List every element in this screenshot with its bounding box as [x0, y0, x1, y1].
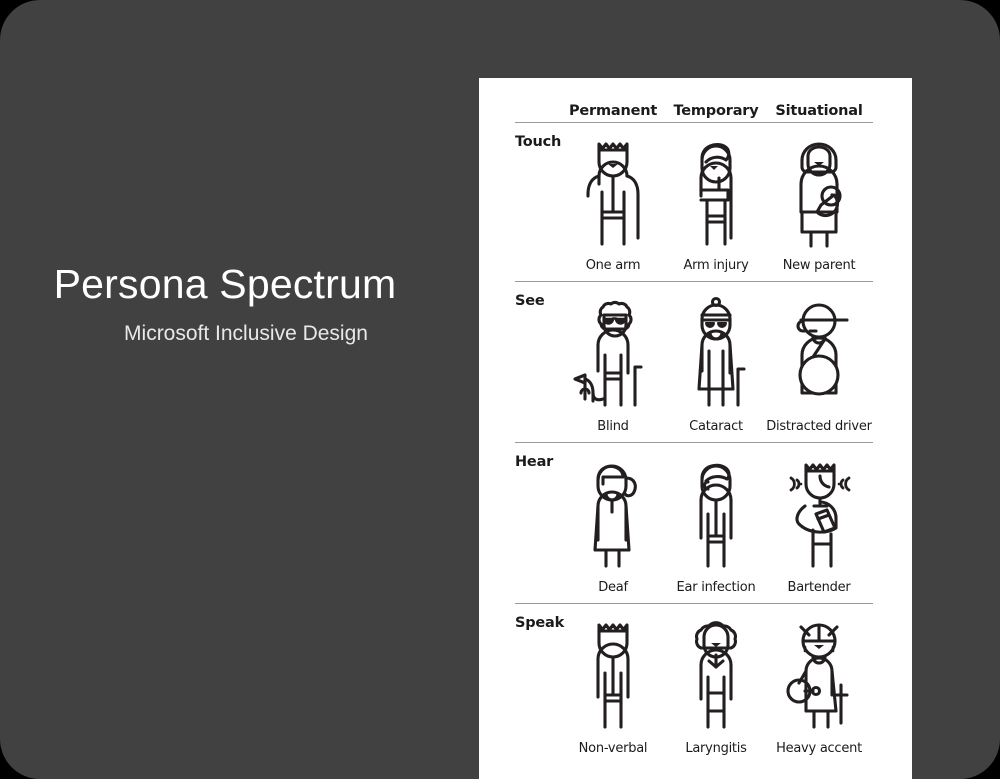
persona-spectrum-card: Permanent Temporary Situational Touch On… — [479, 78, 912, 779]
person-blind-guide-dog-icon — [563, 293, 663, 411]
person-laryngitis-icon — [666, 615, 766, 733]
person-cataract-cane-icon — [666, 293, 766, 411]
cell-caption-bartender: Bartender — [787, 580, 851, 595]
person-holding-baby-icon — [769, 134, 869, 252]
person-heavy-accent-icon — [769, 615, 869, 733]
row-header-speak: Speak — [515, 615, 565, 631]
row-header-touch: Touch — [515, 134, 562, 150]
divider-touch — [515, 281, 873, 282]
cell-caption-distracted-driver: Distracted driver — [766, 419, 872, 434]
cell-caption-new-parent: New parent — [782, 258, 856, 273]
divider-header — [515, 122, 873, 123]
slide-panel: Persona Spectrum Microsoft Inclusive Des… — [0, 0, 1000, 779]
person-arm-sling-icon — [666, 134, 766, 252]
person-one-arm-icon — [563, 134, 663, 252]
title-block: Persona Spectrum Microsoft Inclusive Des… — [0, 261, 450, 346]
row-header-hear: Hear — [515, 454, 554, 470]
person-ear-infection-icon — [666, 454, 766, 572]
page-subtitle: Microsoft Inclusive Design — [124, 321, 368, 345]
person-driver-steering-wheel-icon — [769, 293, 869, 411]
person-non-verbal-icon — [563, 615, 663, 733]
persona-spectrum-matrix: Permanent Temporary Situational Touch On… — [479, 78, 912, 779]
person-bartender-noise-icon — [769, 454, 869, 572]
divider-hear — [515, 603, 873, 604]
page-title: Persona Spectrum — [53, 261, 397, 307]
row-header-see: See — [515, 293, 545, 309]
screenshot-root: Persona Spectrum Microsoft Inclusive Des… — [0, 0, 1000, 779]
person-deaf-icon — [563, 454, 663, 572]
cell-caption-heavy-accent: Heavy accent — [776, 741, 862, 756]
divider-see — [515, 442, 873, 443]
column-header-situational: Situational — [775, 103, 863, 119]
